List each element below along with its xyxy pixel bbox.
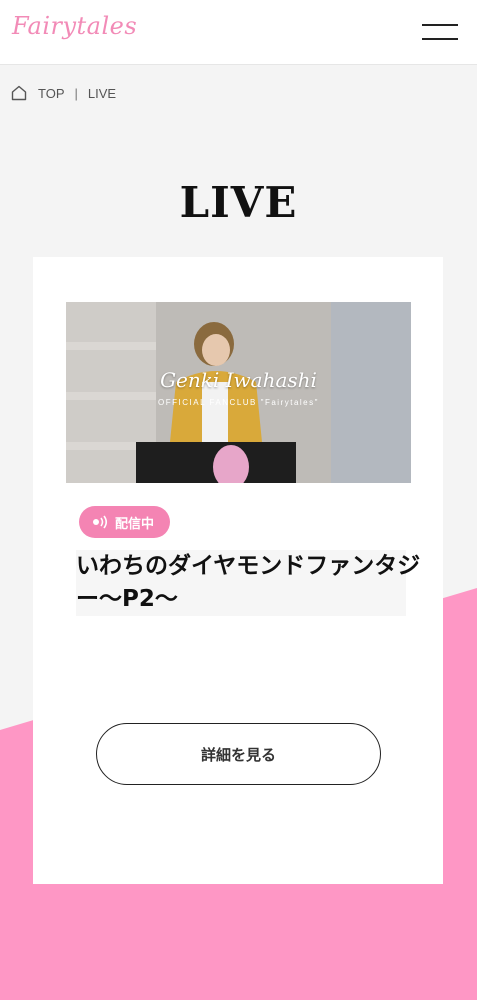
banner-photo xyxy=(66,302,411,483)
home-icon[interactable] xyxy=(10,84,28,102)
breadcrumb-top-link[interactable]: TOP xyxy=(38,86,65,101)
breadcrumb: TOP | LIVE xyxy=(10,84,116,102)
site-header: Fairytales xyxy=(0,0,477,65)
page-title: LIVE xyxy=(179,178,298,228)
live-banner-image[interactable]: Genki Iwahashi OFFICIAL FANCLUB "Fairyta… xyxy=(66,302,411,483)
live-title[interactable]: いわちのダイヤモンドファンタジー〜P2〜 xyxy=(76,550,420,616)
banner-fanclub-label: OFFICIAL FANCLUB "Fairytales" xyxy=(158,398,319,407)
live-title-text: いわちのダイヤモンドファンタジー〜P2〜 xyxy=(76,553,421,612)
breadcrumb-current: LIVE xyxy=(87,85,117,101)
banner-artist-name: Genki Iwahashi xyxy=(160,368,317,392)
broadcast-icon xyxy=(93,515,108,529)
site-logo[interactable]: Fairytales xyxy=(12,12,137,40)
badge-label: 配信中 xyxy=(115,516,155,532)
view-details-button[interactable]: 詳細を見る xyxy=(96,723,381,785)
hamburger-menu-icon[interactable] xyxy=(420,20,460,44)
breadcrumb-separator: | xyxy=(74,85,78,101)
streaming-status-badge: 配信中 xyxy=(79,506,171,538)
live-card: Genki Iwahashi OFFICIAL FANCLUB "Fairyta… xyxy=(33,257,443,884)
